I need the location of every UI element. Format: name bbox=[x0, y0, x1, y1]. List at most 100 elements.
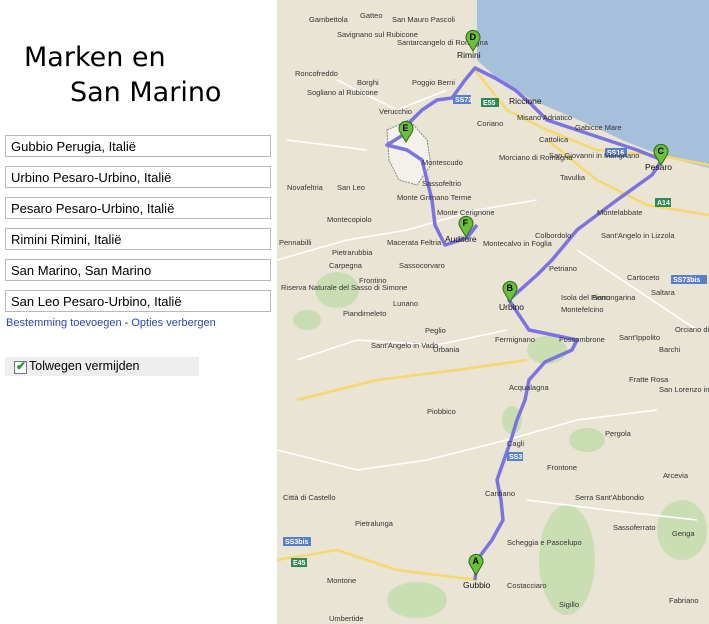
town-label: Urbino bbox=[499, 302, 524, 312]
town-label: Serrungarina bbox=[592, 293, 636, 302]
town-label: Sassofeltrio bbox=[422, 179, 461, 188]
avoid-tolls-label: Tolwegen vermijden bbox=[29, 359, 140, 373]
town-label: San Lorenzo in Campo bbox=[659, 385, 709, 394]
town-label: Gatteo bbox=[360, 11, 383, 20]
route-line bbox=[385, 66, 664, 581]
title-line-2: San Marino bbox=[70, 77, 222, 108]
town-label: Umbertide bbox=[329, 614, 364, 623]
town-label: Scheggia e Pascelupo bbox=[507, 538, 582, 547]
town-label: Montecalvo in Foglia bbox=[483, 239, 553, 248]
town-label: Tavullia bbox=[560, 173, 586, 182]
town-label: Sant'Ippolito bbox=[619, 333, 660, 342]
town-label: Coriano bbox=[477, 119, 503, 128]
marker-b-icon[interactable]: B bbox=[502, 280, 518, 303]
town-label: Piobbico bbox=[427, 407, 456, 416]
town-label: Sassocorvaro bbox=[399, 261, 445, 270]
adriatic-sea bbox=[477, 0, 709, 168]
town-label: Monte Grimano Terme bbox=[397, 193, 471, 202]
town-label: San Giovanni in Marignano bbox=[549, 151, 639, 160]
avoid-tolls-option[interactable]: ✔ Tolwegen vermijden bbox=[5, 357, 199, 376]
town-label: Fossombrone bbox=[559, 335, 605, 344]
road-label-e55: E55 bbox=[483, 100, 496, 107]
forest-areas bbox=[293, 272, 707, 618]
town-label: Sigillo bbox=[559, 600, 579, 609]
page-title: Marken en San Marino bbox=[24, 40, 221, 110]
directions-panel: Marken en San Marino Bestemming toevoege… bbox=[0, 0, 277, 624]
road-label-ss72: SS72 bbox=[455, 97, 472, 104]
town-label: Sant'Angelo in Vado bbox=[371, 341, 438, 350]
town-label: Gubbio bbox=[463, 580, 491, 590]
add-destination-link[interactable]: Bestemming toevoegen bbox=[6, 317, 122, 329]
town-label: Pesaro bbox=[645, 162, 672, 172]
map-view[interactable]: SS72 E55 SS16 A14 SS73bis SS3 SS3bis E45… bbox=[277, 0, 709, 624]
town-label: Cartoceto bbox=[627, 273, 660, 282]
town-label: Colbordolo bbox=[535, 231, 571, 240]
town-label: Fermignano bbox=[495, 335, 535, 344]
marker-a-icon[interactable]: A bbox=[468, 553, 484, 576]
marker-letter: A bbox=[473, 556, 480, 566]
town-label: Sant'Angelo in Lizzola bbox=[601, 231, 675, 240]
town-label: Rimini bbox=[457, 50, 481, 60]
town-label: Pergola bbox=[605, 429, 632, 438]
marker-letter: C bbox=[658, 146, 665, 156]
town-label: Borghi bbox=[357, 78, 379, 87]
map-canvas[interactable]: SS72 E55 SS16 A14 SS73bis SS3 SS3bis E45… bbox=[277, 0, 709, 624]
town-label: Montecopiolo bbox=[327, 215, 372, 224]
marker-letter: E bbox=[403, 123, 409, 133]
town-label: Monte Cerignone bbox=[437, 208, 495, 217]
hide-options-link[interactable]: Opties verbergen bbox=[131, 317, 215, 329]
town-label: Barchi bbox=[659, 345, 681, 354]
town-label: Cantiano bbox=[485, 489, 515, 498]
town-label: Petriano bbox=[549, 264, 577, 273]
town-label: Fratte Rosa bbox=[629, 375, 669, 384]
road-label-a14: A14 bbox=[657, 200, 670, 207]
town-label: Poggio Berni bbox=[412, 78, 455, 87]
checkmark-icon: ✔ bbox=[16, 359, 27, 373]
town-label: Montelabbate bbox=[597, 208, 642, 217]
town-label: Montefelcino bbox=[561, 305, 604, 314]
town-label: Pennabilli bbox=[279, 238, 312, 247]
town-label: Peglio bbox=[425, 326, 446, 335]
town-label: Roncofreddo bbox=[295, 69, 338, 78]
waypoint-input-c[interactable] bbox=[5, 197, 271, 219]
link-separator: - bbox=[124, 317, 129, 329]
town-label: Montone bbox=[327, 576, 356, 585]
marker-letter: B bbox=[507, 283, 514, 293]
road-label-ss3: SS3 bbox=[509, 454, 522, 461]
town-label: Arcevia bbox=[663, 471, 689, 480]
waypoint-input-f[interactable] bbox=[5, 290, 271, 312]
town-label: Urbania bbox=[433, 345, 460, 354]
town-label: Cattolica bbox=[539, 135, 569, 144]
avoid-tolls-checkbox[interactable]: ✔ bbox=[14, 359, 27, 374]
town-label: Riccione bbox=[509, 96, 542, 106]
town-label: Sassoferrato bbox=[613, 523, 656, 532]
marker-letter: F bbox=[463, 218, 469, 228]
town-label: Montescudo bbox=[422, 158, 463, 167]
waypoint-input-a[interactable] bbox=[5, 135, 271, 157]
town-label: San Leo bbox=[337, 183, 365, 192]
town-label: Novafeltria bbox=[287, 183, 324, 192]
town-label: San Mauro Pascoli bbox=[392, 15, 455, 24]
title-line-1: Marken en bbox=[24, 42, 166, 73]
waypoint-input-d[interactable] bbox=[5, 228, 271, 250]
town-label: Sogliano al Rubicone bbox=[307, 88, 378, 97]
town-label: Pietralunga bbox=[355, 519, 394, 528]
marker-letter: D bbox=[470, 32, 477, 42]
route-links: Bestemming toevoegen - Opties verbergen bbox=[6, 317, 216, 329]
town-label: Riserva Naturale del Sasso di Simone bbox=[281, 283, 407, 292]
town-label: Cagli bbox=[507, 439, 524, 448]
waypoint-input-e[interactable] bbox=[5, 259, 271, 281]
town-label: Frontone bbox=[547, 463, 577, 472]
town-label: Orciano di Pesaro bbox=[675, 325, 709, 334]
town-label: Carpegna bbox=[329, 261, 363, 270]
town-label: Piandimeleto bbox=[343, 309, 386, 318]
road-label-e45: E45 bbox=[293, 560, 306, 567]
town-label: Fabriano bbox=[669, 596, 699, 605]
town-label: Città di Castello bbox=[283, 493, 336, 502]
road-label-ss73bis: SS73bis bbox=[673, 277, 700, 284]
town-label: Misano Adriatico bbox=[517, 113, 572, 122]
waypoint-input-b[interactable] bbox=[5, 166, 271, 188]
town-label: Serra Sant'Abbondio bbox=[575, 493, 644, 502]
town-label: Macerata Feltria bbox=[387, 238, 442, 247]
road-label-ss3bis: SS3bis bbox=[285, 539, 308, 546]
